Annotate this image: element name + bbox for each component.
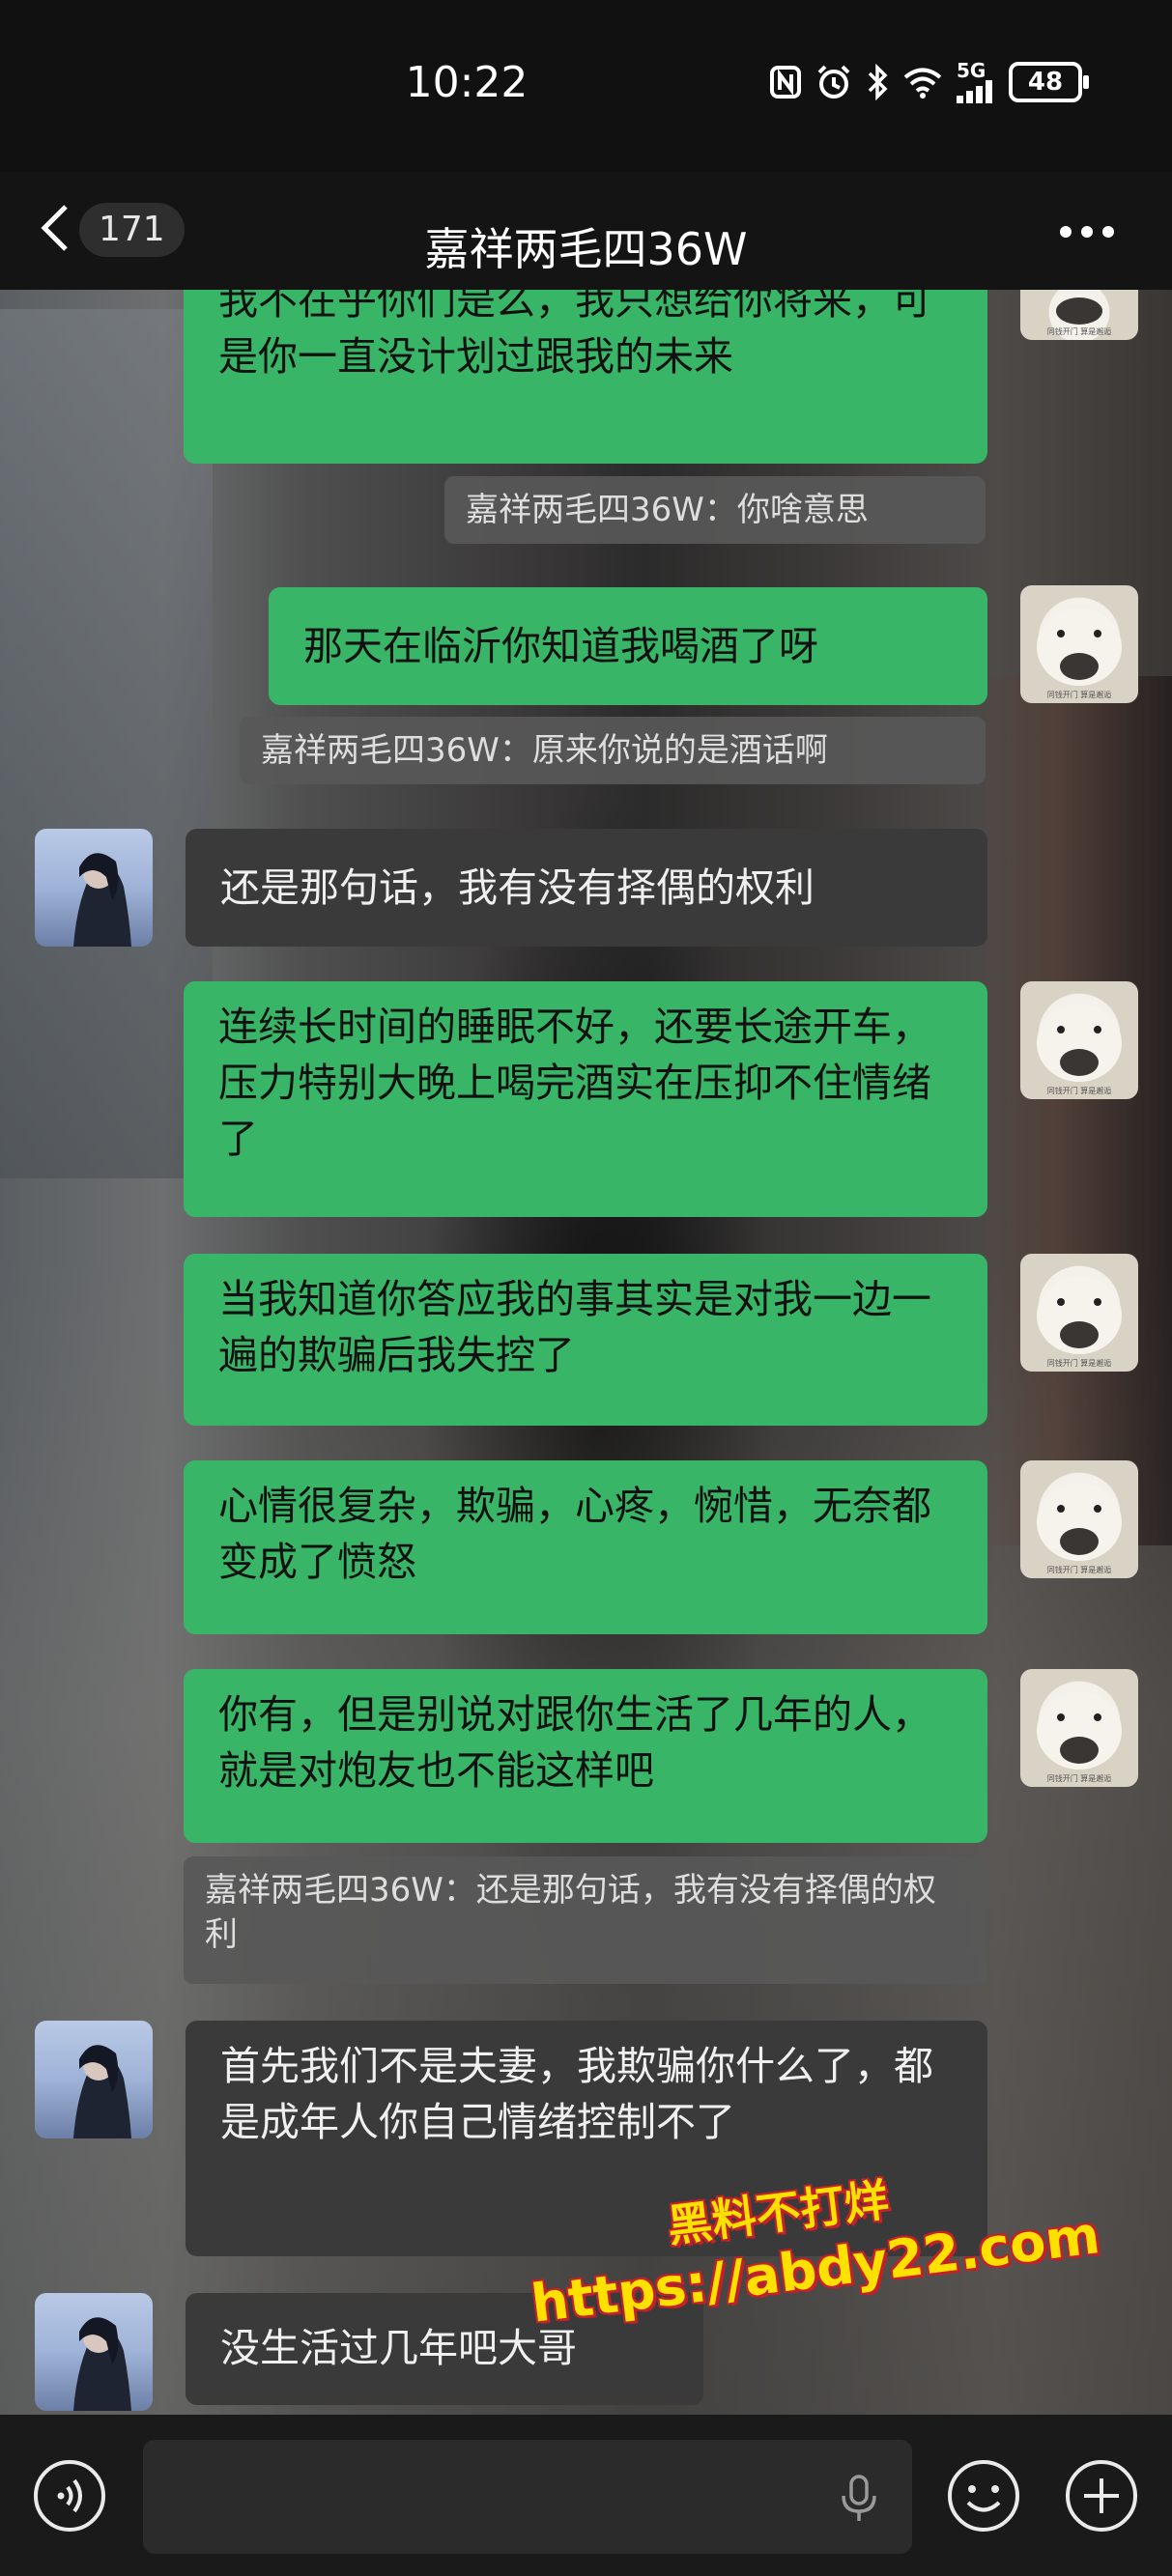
my-avatar[interactable]: 同钱开门 算是邂逅 xyxy=(1020,1669,1138,1787)
nfc-icon xyxy=(769,65,802,99)
quoted-message[interactable]: 嘉祥两毛四36W：原来你说的是酒话啊 xyxy=(240,717,986,784)
emoji-icon xyxy=(945,2457,1022,2538)
status-icons: 5G 48 xyxy=(769,60,1089,104)
battery-icon: 48 xyxy=(1009,62,1089,102)
voice-icon xyxy=(31,2457,108,2538)
network-label: 5G xyxy=(957,59,986,82)
signal-icon: 5G xyxy=(957,61,995,103)
more-actions-button[interactable] xyxy=(1063,2459,1140,2536)
contact-avatar[interactable] xyxy=(35,829,153,947)
quoted-message[interactable]: 嘉祥两毛四36W：你啥意思 xyxy=(444,476,986,544)
message-bubble[interactable]: 当我知道你答应我的事其实是对我一边一遍的欺骗后我失控了 xyxy=(184,1254,987,1426)
my-avatar[interactable]: 同钱开门 算是邂逅 xyxy=(1020,1254,1138,1372)
more-button[interactable] xyxy=(1053,209,1121,257)
chat-header: 171 嘉祥两毛四36W xyxy=(0,172,1172,290)
more-icon xyxy=(1058,224,1116,242)
voice-button[interactable] xyxy=(31,2459,108,2536)
my-avatar[interactable]: 同钱开门 算是邂逅 xyxy=(1020,1460,1138,1578)
quoted-message[interactable]: 嘉祥两毛四36W：还是那句话，我有没有择偶的权利 xyxy=(184,1856,987,1984)
message-bubble[interactable]: 你有，但是别说对跟你生活了几年的人，就是对炮友也不能这样吧 xyxy=(184,1669,987,1843)
avatar-caption: 同钱开门 算是邂逅 xyxy=(1047,1086,1112,1095)
avatar-caption: 同钱开门 算是邂逅 xyxy=(1047,690,1112,699)
contact-avatar[interactable] xyxy=(35,2021,153,2138)
message-bubble[interactable]: 心情很复杂，欺骗，心疼，惋惜，无奈都变成了愤怒 xyxy=(184,1460,987,1634)
input-bar xyxy=(0,2415,1172,2576)
my-avatar[interactable]: 同钱开门 算是邂逅 xyxy=(1020,585,1138,703)
status-bar: 10:22 5G 48 xyxy=(0,0,1172,172)
my-avatar[interactable]: 同钱开门 算是邂逅 xyxy=(1020,290,1138,340)
wifi-icon xyxy=(902,66,943,99)
avatar-caption: 同钱开门 算是邂逅 xyxy=(1047,1773,1112,1783)
chat-title: 嘉祥两毛四36W xyxy=(424,223,748,275)
background-wall xyxy=(0,309,213,1178)
background-clothes xyxy=(979,676,1172,1545)
battery-level: 48 xyxy=(1009,62,1089,102)
message-input[interactable] xyxy=(143,2440,912,2554)
avatar-caption: 同钱开门 算是邂逅 xyxy=(1047,1358,1112,1368)
my-avatar[interactable]: 同钱开门 算是邂逅 xyxy=(1020,981,1138,1099)
avatar-caption: 同钱开门 算是邂逅 xyxy=(1047,1565,1112,1574)
message-bubble[interactable]: 还是那句话，我有没有择偶的权利 xyxy=(186,829,987,947)
message-bubble[interactable]: 那天在临沂你知道我喝酒了呀 xyxy=(269,587,987,705)
contact-avatar[interactable] xyxy=(35,2293,153,2411)
emoji-button[interactable] xyxy=(945,2459,1022,2536)
alarm-icon xyxy=(815,64,852,100)
mic-icon[interactable] xyxy=(837,2475,881,2523)
message-bubble[interactable]: 连续长时间的睡眠不好，还要长途开车，压力特别大晚上喝完酒实在压抑不住情绪了 xyxy=(184,981,987,1217)
bluetooth-icon xyxy=(866,64,889,100)
plus-icon xyxy=(1063,2457,1140,2538)
avatar-caption: 同钱开门 算是邂逅 xyxy=(1047,326,1112,336)
